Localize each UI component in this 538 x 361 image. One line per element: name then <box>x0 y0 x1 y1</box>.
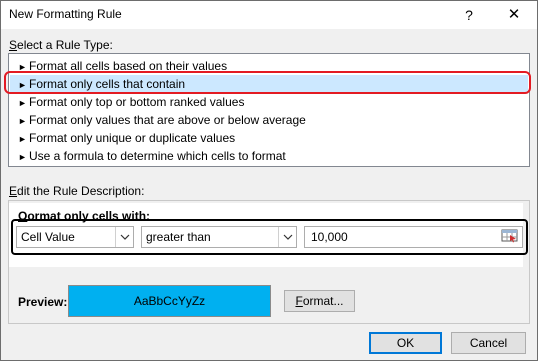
new-formatting-rule-dialog: New Formatting Rule ? ✕ Select a Rule Ty… <box>0 0 538 361</box>
rule-type-item[interactable]: ► Use a formula to determine which cells … <box>10 147 528 165</box>
arrow-right-icon: ► <box>18 116 27 126</box>
title-bar: New Formatting Rule ? ✕ <box>1 1 537 29</box>
rule-type-item-label: Format only top or bottom ranked values <box>29 95 245 109</box>
rule-type-label: Select a Rule Type: <box>9 38 113 52</box>
help-button[interactable]: ? <box>451 1 487 29</box>
value-text: 10,000 <box>311 230 348 244</box>
preview-sample: AaBbCcYyZz <box>68 285 271 317</box>
rule-type-item-label: Use a formula to determine which cells t… <box>29 149 286 163</box>
rule-description-label: Edit the Rule Description: <box>9 184 145 198</box>
arrow-right-icon: ► <box>18 134 27 144</box>
close-icon[interactable]: ✕ <box>491 1 537 29</box>
chevron-down-icon[interactable] <box>278 227 296 247</box>
arrow-right-icon: ► <box>18 152 27 162</box>
chevron-down-icon[interactable] <box>115 227 133 247</box>
rule-type-item[interactable]: ► Format only values that are above or be… <box>10 111 528 129</box>
dialog-title: New Formatting Rule <box>9 7 122 21</box>
selected-rule-highlight-outline <box>4 71 531 94</box>
operator-value: greater than <box>146 230 211 244</box>
rule-type-item[interactable]: ► Format only unique or duplicate values <box>10 129 528 147</box>
rule-type-item-label: Format only unique or duplicate values <box>29 131 236 145</box>
rule-type-item-label: Format only values that are above or bel… <box>29 113 306 127</box>
condition-type-value: Cell Value <box>21 230 75 244</box>
preview-label: Preview: <box>18 295 68 309</box>
rule-description-label-rest: dit the Rule Description: <box>17 184 145 198</box>
format-button-label-rest: ormat... <box>302 294 344 308</box>
condition-type-select[interactable]: Cell Value <box>16 226 134 248</box>
format-button[interactable]: Format... <box>284 290 355 312</box>
operator-select[interactable]: greater than <box>141 226 297 248</box>
value-input[interactable]: 10,000 <box>304 226 523 248</box>
arrow-right-icon: ► <box>18 98 27 108</box>
rule-type-label-rest: elect a Rule Type: <box>17 38 113 52</box>
rule-type-item[interactable]: ► Format only top or bottom ranked values <box>10 93 528 111</box>
ok-button[interactable]: OK <box>369 332 442 354</box>
cancel-button[interactable]: Cancel <box>451 332 526 354</box>
range-selector-icon[interactable] <box>501 228 521 246</box>
